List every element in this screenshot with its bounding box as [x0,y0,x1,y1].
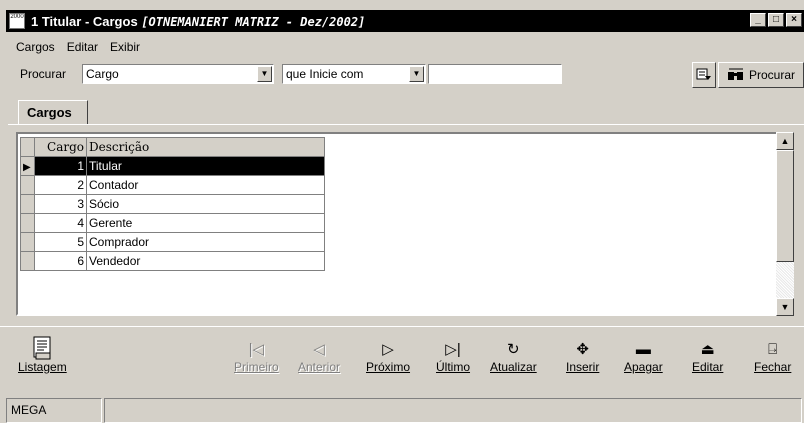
column-header-descricao[interactable]: Descrição [86,137,325,157]
binoculars-icon [727,68,743,80]
refresh-icon: ↻ [507,341,520,358]
row-pointer-icon: ▶ [20,156,35,176]
inserir-label: Inserir [566,360,600,374]
row-indicator [20,213,35,233]
table-row[interactable]: 2 Contador [20,175,325,195]
anterior-label: Anterior [298,360,341,374]
filter-icon [696,68,711,80]
table-row[interactable]: 6 Vendedor [20,251,325,271]
menu-exibir[interactable]: Exibir [110,40,140,54]
app-icon: 2000 [9,13,25,29]
cell-descricao[interactable]: Titular [86,156,325,176]
scroll-thumb[interactable] [776,150,794,262]
status-panel-company: MEGA [6,398,102,423]
vertical-scrollbar[interactable]: ▲ ▼ [776,132,794,316]
scroll-down-icon[interactable]: ▼ [776,298,794,316]
atualizar-button[interactable]: ↻ Atualizar [490,340,537,374]
row-indicator [20,175,35,195]
anterior-button[interactable]: ◁ Anterior [298,340,340,374]
atualizar-label: Atualizar [490,360,537,374]
search-field-value: Cargo [86,67,119,81]
search-input[interactable] [428,64,562,84]
scroll-up-icon[interactable]: ▲ [776,132,794,150]
cell-cargo[interactable]: 5 [34,232,87,252]
apagar-button[interactable]: ▬ Apagar [624,340,663,374]
apagar-label: Apagar [624,360,663,374]
cell-cargo[interactable]: 6 [34,251,87,271]
row-indicator-header [20,137,35,157]
close-button[interactable]: × [786,13,802,27]
editar-button[interactable]: ⏏ Editar [692,340,723,374]
cell-cargo[interactable]: 4 [34,213,87,233]
window-title-main: 1 Titular - Cargos [31,13,138,29]
cell-descricao[interactable]: Contador [86,175,325,195]
exit-door-icon: ⍈ [768,341,778,358]
row-indicator [20,194,35,214]
column-header-cargo[interactable]: Cargo [34,137,87,157]
next-record-icon: ▷ [382,341,394,358]
edit-icon: ⏏ [700,341,715,358]
table-row[interactable]: 5 Comprador [20,232,325,252]
search-field-select[interactable]: Cargo ▼ [82,64,274,84]
proximo-button[interactable]: ▷ Próximo [366,340,410,374]
minimize-button[interactable]: _ [750,13,766,27]
listagem-label: Listagem [18,360,67,374]
primeiro-button[interactable]: |◁ Primeiro [234,340,279,374]
listagem-button[interactable]: Listagem [18,336,67,374]
chevron-down-icon[interactable]: ▼ [257,66,272,82]
ultimo-label: Último [436,360,471,374]
filter-button[interactable] [692,62,716,88]
menu-cargos[interactable]: Cargos [16,40,55,54]
search-label: Procurar [20,67,67,81]
cell-descricao[interactable]: Gerente [86,213,325,233]
cell-cargo[interactable]: 3 [34,194,87,214]
table-row[interactable]: ▶ 1 Titular [20,156,325,176]
search-button[interactable]: Procurar [718,62,804,88]
row-indicator [20,232,35,252]
search-condition-select[interactable]: que Inicie com ▼ [282,64,426,84]
report-icon [33,336,51,360]
table-row[interactable]: 4 Gerente [20,213,325,233]
window-controls: _ □ × [748,13,802,27]
window-title: 1 Titular - Cargos [OTNEMANIERT MATRIZ -… [31,14,365,29]
fechar-button[interactable]: ⍈ Fechar [754,340,791,374]
insert-icon: ✥ [576,341,589,358]
inserir-button[interactable]: ✥ Inserir [566,340,599,374]
tab-cargos[interactable]: Cargos [18,100,88,124]
cargos-table: Cargo Descrição ▶ 1 Titular 2 Contador 3… [20,137,325,271]
maximize-button[interactable]: □ [768,13,784,27]
window-title-context: [OTNEMANIERT MATRIZ - Dez/2002] [141,14,366,29]
primeiro-label: Primeiro [234,360,279,374]
cell-cargo[interactable]: 1 [34,156,87,176]
last-record-icon: ▷| [445,341,461,358]
first-record-icon: |◁ [248,341,265,358]
chevron-down-icon[interactable]: ▼ [409,66,424,82]
table-header-row: Cargo Descrição [20,137,325,157]
delete-icon: ▬ [635,341,651,358]
cell-descricao[interactable]: Vendedor [86,251,325,271]
ultimo-button[interactable]: ▷| Último [436,340,470,374]
title-bar: 2000 1 Titular - Cargos [OTNEMANIERT MAT… [6,10,804,32]
cell-descricao[interactable]: Comprador [86,232,325,252]
search-button-label: Procurar [748,68,795,82]
menu-editar[interactable]: Editar [67,40,98,54]
previous-record-icon: ◁ [313,341,325,358]
status-panel-message [104,398,802,423]
table-row[interactable]: 3 Sócio [20,194,325,214]
cell-descricao[interactable]: Sócio [86,194,325,214]
row-indicator [20,251,35,271]
menu-bar: Cargos Editar Exibir [16,40,140,54]
editar-label: Editar [692,360,724,374]
fechar-label: Fechar [754,360,792,374]
search-condition-value: que Inicie com [286,67,364,81]
cell-cargo[interactable]: 2 [34,175,87,195]
proximo-label: Próximo [366,360,411,374]
